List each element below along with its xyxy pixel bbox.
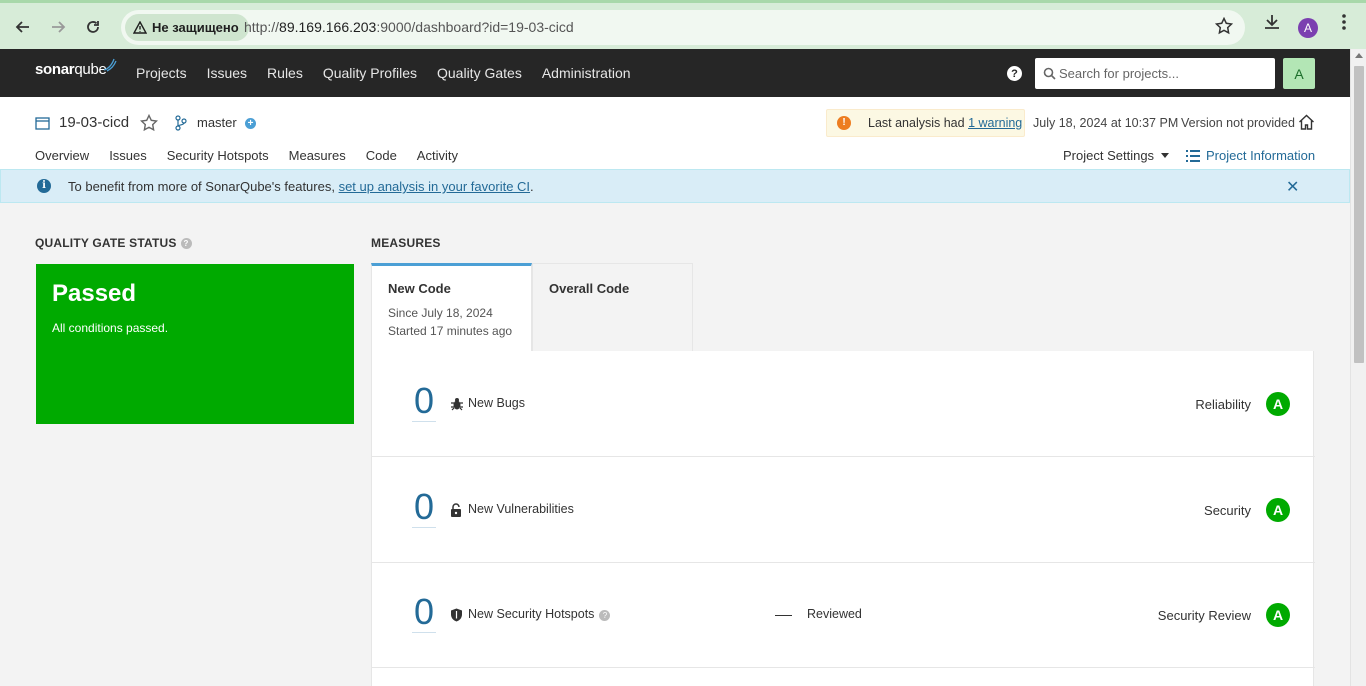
hotspots-value[interactable]: 0: [412, 592, 437, 633]
help-icon[interactable]: ?: [599, 610, 611, 621]
tab-new-code-label: New Code: [388, 281, 451, 296]
download-icon: [1265, 15, 1279, 29]
branch-plus-icon[interactable]: +: [245, 118, 256, 129]
security-label: Security: [1204, 503, 1251, 518]
project-version: Version not provided: [1181, 116, 1295, 130]
bug-icon: [451, 398, 463, 411]
hotspots-label: New Security Hotspots?: [468, 607, 611, 621]
measure-row-bugs: 0 New Bugs Reliability A: [372, 351, 1315, 457]
close-icon[interactable]: ✕: [1286, 177, 1299, 197]
user-avatar[interactable]: A: [1283, 58, 1315, 89]
lock-icon: [451, 503, 461, 517]
analysis-warning: ! Last analysis had 1 warning: [826, 109, 1025, 137]
project-settings-label: Project Settings: [1063, 148, 1155, 163]
bugs-value[interactable]: 0: [412, 381, 437, 422]
help-icon[interactable]: ?: [180, 238, 192, 249]
search-input[interactable]: [1059, 58, 1269, 89]
main-navbar: sonarqube Projects Issues Rules Quality …: [0, 49, 1350, 97]
home-icon[interactable]: [1298, 114, 1315, 130]
quality-gate-status: Passed All conditions passed.: [36, 264, 354, 424]
analysis-date: July 18, 2024 at 10:37 PM: [1033, 116, 1179, 130]
url-text: http://89.169.166.203:9000/dashboard?id=…: [244, 19, 574, 35]
quality-gate-message: All conditions passed.: [52, 321, 169, 335]
banner-message: To benefit from more of SonarQube's feat…: [68, 179, 534, 194]
reviewed-value: [775, 615, 792, 616]
security-review-label: Security Review: [1157, 608, 1251, 623]
reload-icon: [87, 21, 99, 33]
new-code-started: Started 17 minutes ago: [388, 324, 513, 338]
info-icon: i: [37, 179, 51, 193]
reload-button[interactable]: [78, 12, 108, 42]
measures-panel: 0 New Bugs Reliability A 0 New Vulnerabi…: [371, 351, 1315, 686]
reviewed-label: Reviewed: [807, 607, 862, 621]
measure-row-hotspots: 0 New Security Hotspots? Reviewed Securi…: [372, 562, 1315, 668]
vulnerabilities-value[interactable]: 0: [412, 487, 437, 528]
security-label: Не защищено: [152, 20, 239, 35]
nav-issues[interactable]: Issues: [207, 65, 247, 81]
warning-triangle-icon: [133, 21, 147, 34]
shield-icon: [451, 608, 462, 622]
downloads-button[interactable]: [1262, 12, 1282, 35]
project-information-label: Project Information: [1206, 148, 1316, 163]
tab-new-code[interactable]: New Code Since July 18, 2024 Started 17 …: [371, 263, 532, 352]
reliability-label: Reliability: [1195, 397, 1251, 412]
nav-projects[interactable]: Projects: [136, 65, 187, 81]
nav-quality-gates[interactable]: Quality Gates: [437, 65, 522, 81]
arrow-left-icon: [15, 21, 29, 33]
warning-link[interactable]: 1 warning: [968, 116, 1022, 130]
scroll-thumb[interactable]: [1354, 66, 1364, 363]
ci-setup-banner: i To benefit from more of SonarQube's fe…: [0, 169, 1350, 203]
nav-rules[interactable]: Rules: [267, 65, 303, 81]
project-search[interactable]: [1035, 58, 1275, 89]
search-icon: [1043, 67, 1056, 80]
help-icon[interactable]: ?: [1007, 66, 1022, 81]
security-chip[interactable]: Не защищено: [125, 14, 249, 41]
nav-quality-profiles[interactable]: Quality Profiles: [323, 65, 417, 81]
project-information-link[interactable]: Project Information: [1186, 148, 1315, 163]
profile-button[interactable]: A: [1298, 18, 1318, 38]
star-icon: [1214, 16, 1234, 35]
arrow-right-icon: [52, 21, 66, 33]
setup-ci-link[interactable]: set up analysis in your favorite CI: [339, 179, 530, 194]
branch-name[interactable]: master: [197, 115, 237, 130]
bookmark-button[interactable]: [1214, 16, 1234, 38]
security-grade[interactable]: A: [1266, 498, 1290, 522]
page-scrollbar[interactable]: [1350, 49, 1366, 686]
vulnerabilities-label: New Vulnerabilities: [468, 502, 574, 516]
warning-text: Last analysis had: [868, 116, 969, 130]
browser-toolbar: Не защищено http://89.169.166.203:9000/d…: [0, 0, 1366, 49]
warning-icon: !: [837, 116, 851, 130]
project-icon: [35, 117, 50, 130]
quality-gate-result: Passed: [52, 280, 137, 307]
measure-row-vulnerabilities: 0 New Vulnerabilities Security A: [372, 457, 1315, 563]
tab-overall-code-label: Overall Code: [549, 281, 630, 296]
sonarqube-logo[interactable]: sonarqube: [35, 58, 117, 78]
sonar-waves-icon: [103, 58, 117, 72]
new-code-since: Since July 18, 2024: [388, 306, 493, 320]
nav-administration[interactable]: Administration: [542, 65, 631, 81]
project-name[interactable]: 19-03-cicd: [59, 114, 129, 131]
branch-icon: [175, 115, 187, 131]
list-icon: [1186, 149, 1200, 162]
kebab-menu-icon: [1342, 14, 1346, 30]
caret-down-icon: [1160, 153, 1169, 158]
back-button[interactable]: [8, 12, 38, 42]
browser-menu-button[interactable]: [1336, 12, 1352, 35]
measures-heading: MEASURES: [371, 236, 441, 250]
project-header: 19-03-cicd master + ! Last analysis had …: [0, 97, 1350, 172]
nav-menu: Projects Issues Rules Quality Profiles Q…: [136, 49, 631, 97]
forward-button[interactable]: [43, 12, 73, 42]
address-bar[interactable]: Не защищено http://89.169.166.203:9000/d…: [121, 10, 1245, 45]
security-review-grade[interactable]: A: [1266, 603, 1290, 627]
reliability-grade[interactable]: A: [1266, 392, 1290, 416]
favorite-star-icon[interactable]: [140, 114, 158, 132]
project-settings-dropdown[interactable]: Project Settings: [1063, 148, 1169, 163]
quality-gate-heading: QUALITY GATE STATUS?: [35, 236, 192, 250]
scroll-up-arrow[interactable]: [1355, 53, 1363, 58]
tab-overall-code[interactable]: Overall Code: [532, 263, 693, 352]
profile-avatar: A: [1298, 18, 1318, 38]
bugs-label: New Bugs: [468, 396, 525, 410]
